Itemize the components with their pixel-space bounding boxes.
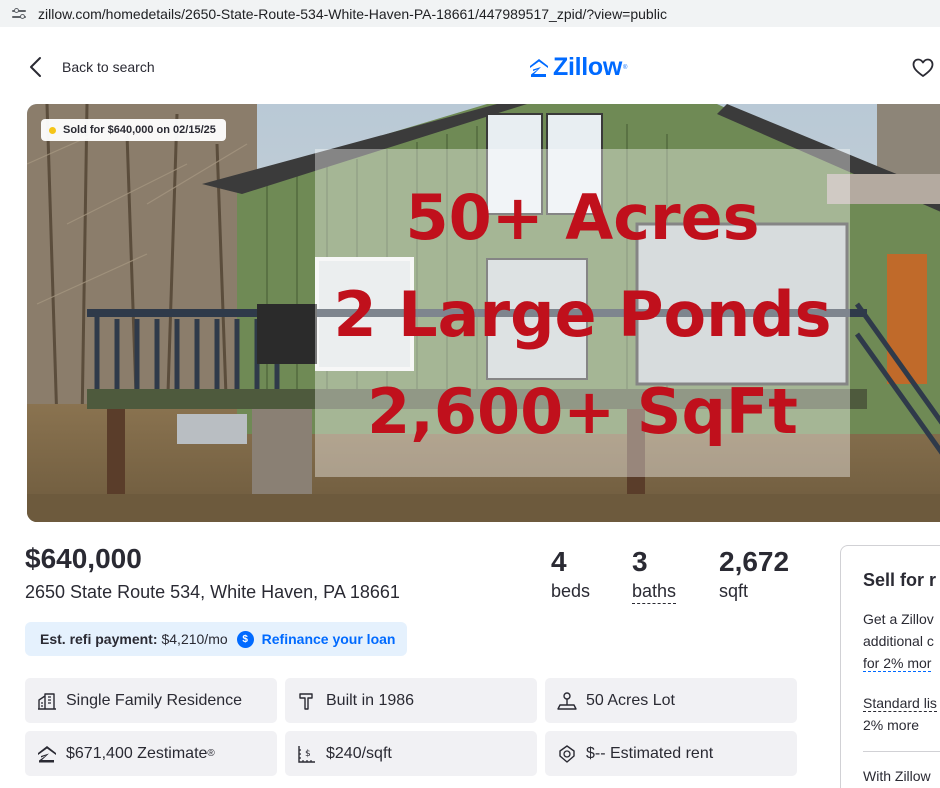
zestimate-icon [38,745,56,762]
sell-card-title: Sell for r [863,570,937,590]
refi-label: Est. refi payment: [40,631,158,647]
sqft-value: 2,672 [719,546,790,577]
refinance-loan-link[interactable]: Refinance your loan [262,631,396,647]
dollar-circle-icon: $ [236,630,254,648]
beds-value: 4 [551,546,567,577]
logo-text: Zillow [553,53,623,81]
fact-home-type-text: Single Family Residence [66,691,243,709]
chevron-left-icon [30,57,41,77]
sqft-label: sqft [719,581,749,601]
registered-mark: ® [207,748,215,759]
beds-stat: 4 beds [551,545,590,602]
baths-value: 3 [632,546,648,577]
sqft-stat: 2,672 sqft [719,545,789,602]
svg-text:$: $ [305,749,311,759]
sell-card-divider [863,751,940,752]
zillow-logo[interactable]: Zillow ® [528,53,627,82]
refi-payment-banner: Est. refi payment: $4,210/mo $ Refinance… [25,622,407,656]
sold-status-badge: Sold for $640,000 on 02/15/25 [41,119,226,141]
overlay-line-ponds: 2 Large Ponds [333,278,832,351]
overlay-line-sqft: 2,600+ SqFt [367,375,798,448]
zillow-house-icon [530,58,548,77]
sell-card-line-5: 2% more [863,717,920,733]
sold-status-text: Sold for $640,000 on 02/15/25 [63,124,216,136]
sell-card-line-2: additional c [863,633,934,649]
refi-value: $4,210/mo [161,631,228,647]
fact-lot-size-text: 50 Acres Lot [586,691,675,709]
baths-stat[interactable]: 3 baths [632,545,677,604]
fact-price-per-sqft-text: $240/sqft [326,744,392,762]
rent-icon [559,744,575,763]
listing-price: $640,000 [25,543,142,574]
browser-address-bar[interactable]: zillow.com/homedetails/2650-State-Route-… [0,0,940,27]
fact-year-built: Built in 1986 [285,678,537,723]
page-header: Back to search Zillow ® [0,33,940,103]
fact-lot-size: 50 Acres Lot [545,678,797,723]
sold-status-dot [49,126,56,134]
fact-estimated-rent[interactable]: $-- Estimated rent [545,731,797,776]
price-sqft-icon: $ [298,745,315,763]
listing-address: 2650 State Route 534, White Haven, PA 18… [25,582,400,602]
sell-card-line-6: With Zillow [863,768,931,784]
heart-icon[interactable] [912,58,934,78]
sell-card-line-1: Get a Zillov [863,611,934,627]
fact-year-built-text: Built in 1986 [326,691,415,709]
building-icon [38,692,56,710]
sell-card-description: Get a Zillov additional c for 2% mor [863,608,934,674]
lot-icon [557,691,577,710]
overlay-line-acres: 50+ Acres [405,181,760,254]
fact-home-type: Single Family Residence [25,678,277,723]
sell-for-more-card: Sell for r Get a Zillov additional c for… [840,545,940,788]
url-text[interactable]: zillow.com/homedetails/2650-State-Route-… [38,6,667,22]
beds-label: beds [551,581,591,601]
fact-zestimate[interactable]: $671,400 Zestimate ® [25,731,277,776]
fact-estimated-rent-text: $-- Estimated rent [586,744,714,762]
fact-zestimate-text: $671,400 Zestimate [66,744,208,762]
fact-price-per-sqft: $ $240/sqft [285,731,537,776]
back-to-search-link[interactable]: Back to search [26,55,155,79]
sell-card-line-3[interactable]: for 2% mor [863,655,932,672]
site-settings-icon[interactable] [12,7,28,21]
sell-card-line-4[interactable]: Standard lis [863,695,937,712]
logo-registered-mark: ® [623,64,628,71]
photo-text-overlay: 50+ Acres 2 Large Ponds 2,600+ SqFt [315,149,850,477]
hammer-icon [299,692,313,710]
sell-card-comparison: Standard lis 2% more [863,692,937,736]
baths-label[interactable]: baths [632,581,677,604]
listing-photo[interactable]: Sold for $640,000 on 02/15/25 50+ Acres … [27,104,940,522]
back-to-search-label: Back to search [62,59,155,75]
